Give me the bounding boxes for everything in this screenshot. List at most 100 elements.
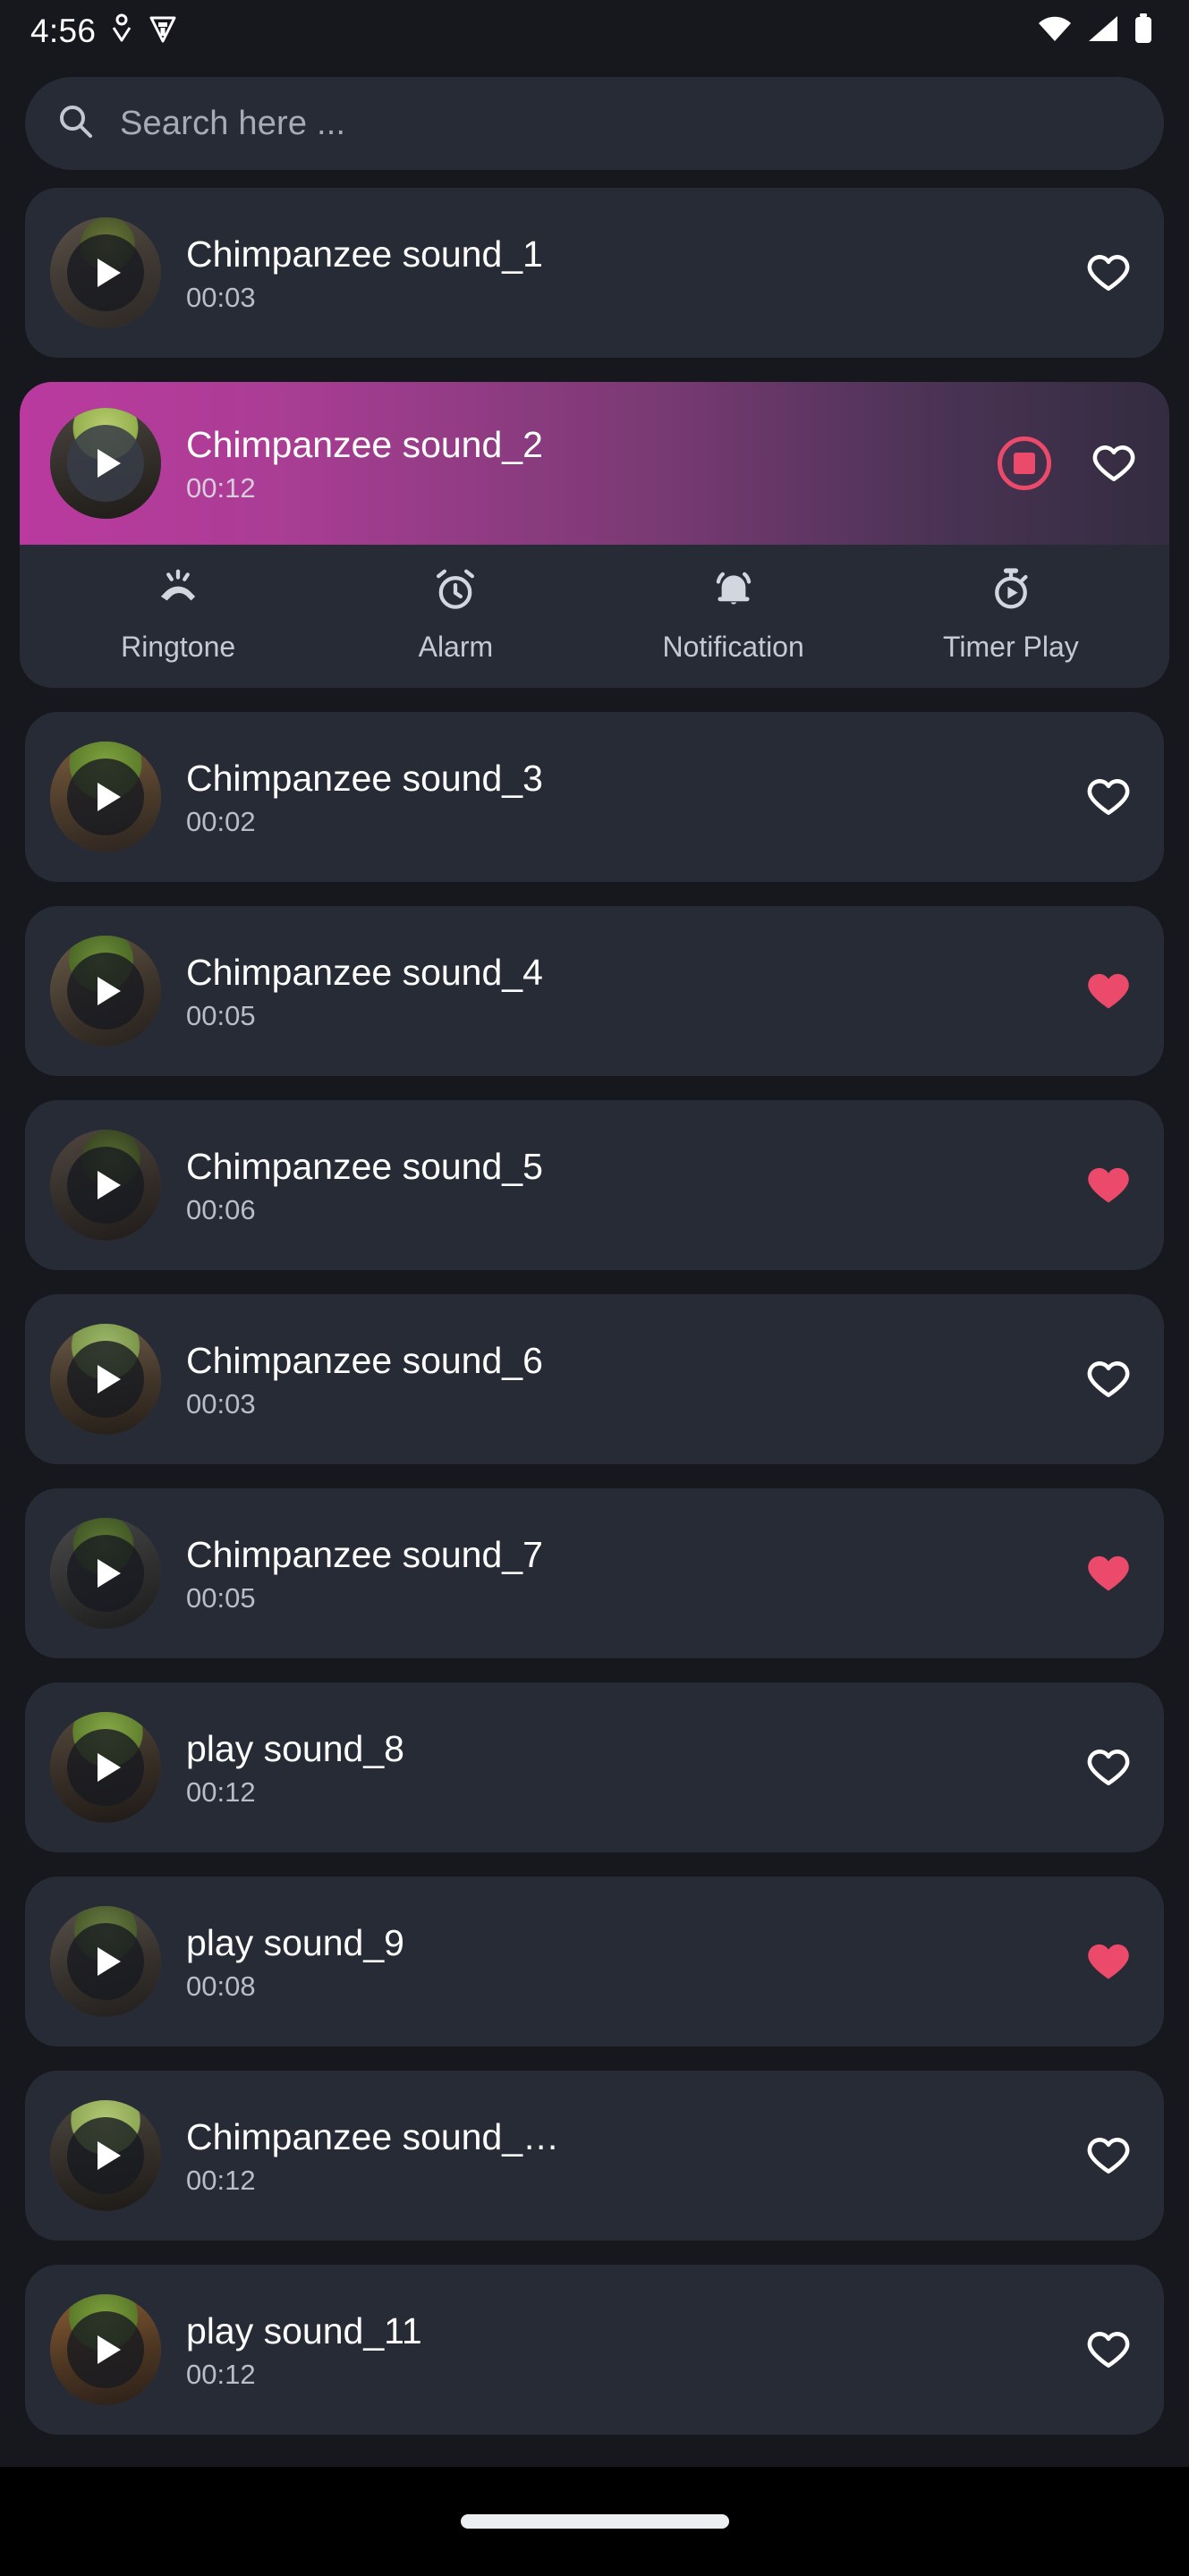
sound-title: play sound_9 bbox=[186, 1922, 404, 1963]
play-icon[interactable] bbox=[67, 953, 144, 1030]
sound-actions bbox=[1083, 2326, 1134, 2373]
sound-title: Chimpanzee sound_1 bbox=[186, 233, 543, 275]
play-icon[interactable] bbox=[67, 1341, 144, 1418]
sound-actions bbox=[1083, 968, 1134, 1014]
sound-title: Chimpanzee sound_7 bbox=[186, 1534, 543, 1575]
sound-title: play sound_8 bbox=[186, 1728, 404, 1769]
play-icon[interactable] bbox=[67, 1923, 144, 2000]
sound-meta: play sound_11 00:12 bbox=[161, 2311, 1083, 2389]
stop-button[interactable] bbox=[998, 436, 1051, 490]
sound-actions bbox=[998, 436, 1139, 490]
search-placeholder: Search here ... bbox=[120, 104, 346, 142]
sound-thumbnail[interactable] bbox=[50, 1518, 161, 1629]
favorite-heart-icon[interactable] bbox=[1083, 2326, 1134, 2373]
sound-action-panel: Ringtone Alarm Notification Timer Play bbox=[20, 545, 1169, 688]
sound-thumbnail[interactable] bbox=[50, 1906, 161, 2017]
sound-thumbnail[interactable] bbox=[50, 2100, 161, 2211]
play-icon[interactable] bbox=[67, 234, 144, 311]
sound-thumbnail[interactable] bbox=[50, 741, 161, 852]
status-bar-left: 4:56 bbox=[30, 13, 178, 48]
sound-list-item[interactable]: play sound_11 00:12 bbox=[25, 2265, 1164, 2435]
favorite-heart-icon[interactable] bbox=[1089, 440, 1139, 487]
sound-actions bbox=[1083, 250, 1134, 296]
sound-list-item[interactable]: play sound_9 00:08 bbox=[25, 1877, 1164, 2046]
sound-meta: Chimpanzee sound_7 00:05 bbox=[161, 1535, 1083, 1613]
sound-meta: Chimpanzee sound_5 00:06 bbox=[161, 1147, 1083, 1224]
action-notification[interactable]: Notification bbox=[595, 564, 872, 661]
sound-actions bbox=[1083, 2132, 1134, 2179]
sound-title: Chimpanzee sound_5 bbox=[186, 1146, 543, 1187]
favorite-heart-icon[interactable] bbox=[1083, 1162, 1134, 1208]
sound-thumbnail[interactable] bbox=[50, 1712, 161, 1823]
location-pin-icon bbox=[110, 13, 133, 48]
sound-actions bbox=[1083, 1356, 1134, 1402]
sound-meta: Chimpanzee sound_1 00:03 bbox=[161, 234, 1083, 312]
search-icon bbox=[55, 102, 95, 146]
sound-list-item[interactable]: Chimpanzee sound_… 00:12 bbox=[25, 2071, 1164, 2241]
sound-thumbnail[interactable] bbox=[50, 2294, 161, 2405]
sound-duration: 00:02 bbox=[186, 806, 256, 838]
action-timer-play[interactable]: Timer Play bbox=[872, 564, 1150, 661]
play-icon[interactable] bbox=[67, 1535, 144, 1612]
sound-actions bbox=[1083, 774, 1134, 820]
sound-duration: 00:12 bbox=[186, 472, 256, 504]
sound-meta: Chimpanzee sound_… 00:12 bbox=[161, 2117, 1083, 2195]
sound-thumbnail[interactable] bbox=[50, 1130, 161, 1241]
sound-list-item[interactable]: Chimpanzee sound_1 00:03 bbox=[25, 188, 1164, 358]
sound-thumbnail[interactable] bbox=[50, 936, 161, 1046]
sound-meta: play sound_8 00:12 bbox=[161, 1729, 1083, 1807]
sound-duration: 00:08 bbox=[186, 1970, 256, 2003]
alarm-clock-icon bbox=[431, 564, 480, 614]
favorite-heart-icon[interactable] bbox=[1083, 2132, 1134, 2179]
action-label: Alarm bbox=[418, 631, 494, 663]
favorite-heart-icon[interactable] bbox=[1083, 1744, 1134, 1791]
sound-list: Chimpanzee sound_1 00:03 Chimpanzee sound_… bbox=[0, 170, 1189, 2435]
sound-title: Chimpanzee sound_6 bbox=[186, 1340, 543, 1381]
favorite-heart-icon[interactable] bbox=[1083, 1550, 1134, 1597]
sound-list-item[interactable]: Chimpanzee sound_7 00:05 bbox=[25, 1488, 1164, 1658]
action-ringtone[interactable]: Ringtone bbox=[39, 564, 317, 661]
sound-list-item[interactable]: Chimpanzee sound_3 00:02 bbox=[25, 712, 1164, 882]
sound-list-item[interactable]: play sound_8 00:12 bbox=[25, 1682, 1164, 1852]
sound-duration: 00:12 bbox=[186, 1776, 256, 1809]
status-bar-right bbox=[1037, 13, 1153, 48]
play-icon[interactable] bbox=[67, 425, 144, 502]
sound-actions bbox=[1083, 1162, 1134, 1208]
scroll-region[interactable]: Search here ... Chimpanzee sound_1 00:03 C… bbox=[0, 61, 1189, 2467]
favorite-heart-icon[interactable] bbox=[1083, 774, 1134, 820]
sound-actions bbox=[1083, 1938, 1134, 1985]
play-icon[interactable] bbox=[67, 758, 144, 835]
sound-duration: 00:03 bbox=[186, 282, 256, 314]
play-icon[interactable] bbox=[67, 2311, 144, 2388]
sound-meta: Chimpanzee sound_2 00:12 bbox=[161, 425, 998, 503]
sound-meta: Chimpanzee sound_3 00:02 bbox=[161, 758, 1083, 836]
notification-bell-icon bbox=[709, 564, 758, 614]
favorite-heart-icon[interactable] bbox=[1083, 250, 1134, 296]
search-input[interactable]: Search here ... bbox=[25, 77, 1164, 170]
favorite-heart-icon[interactable] bbox=[1083, 1356, 1134, 1402]
sound-list-item[interactable]: Chimpanzee sound_2 00:12 bbox=[20, 382, 1169, 545]
play-icon[interactable] bbox=[67, 1147, 144, 1224]
vibrate-phone-icon bbox=[154, 564, 202, 614]
sound-title: Chimpanzee sound_4 bbox=[186, 952, 543, 993]
app-screen: 4:56 Search here ... Chimpanzee sound_1 … bbox=[0, 0, 1189, 2576]
action-label: Timer Play bbox=[943, 631, 1079, 663]
sound-list-item[interactable]: Chimpanzee sound_6 00:03 bbox=[25, 1294, 1164, 1464]
home-indicator-pill[interactable] bbox=[460, 2514, 729, 2529]
play-icon[interactable] bbox=[67, 2117, 144, 2194]
status-bar-clock: 4:56 bbox=[30, 12, 97, 49]
sound-list-item[interactable]: Chimpanzee sound_5 00:06 bbox=[25, 1100, 1164, 1270]
sound-thumbnail[interactable] bbox=[50, 408, 161, 519]
favorite-heart-icon[interactable] bbox=[1083, 968, 1134, 1014]
stopwatch-play-icon bbox=[987, 564, 1035, 614]
favorite-heart-icon[interactable] bbox=[1083, 1938, 1134, 1985]
action-alarm[interactable]: Alarm bbox=[317, 564, 594, 661]
sound-list-item[interactable]: Chimpanzee sound_4 00:05 bbox=[25, 906, 1164, 1076]
play-icon[interactable] bbox=[67, 1729, 144, 1806]
sound-actions bbox=[1083, 1744, 1134, 1791]
sound-meta: Chimpanzee sound_6 00:03 bbox=[161, 1341, 1083, 1419]
sound-thumbnail[interactable] bbox=[50, 217, 161, 328]
sound-duration: 00:03 bbox=[186, 1388, 256, 1420]
sound-title: play sound_11 bbox=[186, 2310, 422, 2351]
sound-thumbnail[interactable] bbox=[50, 1324, 161, 1435]
